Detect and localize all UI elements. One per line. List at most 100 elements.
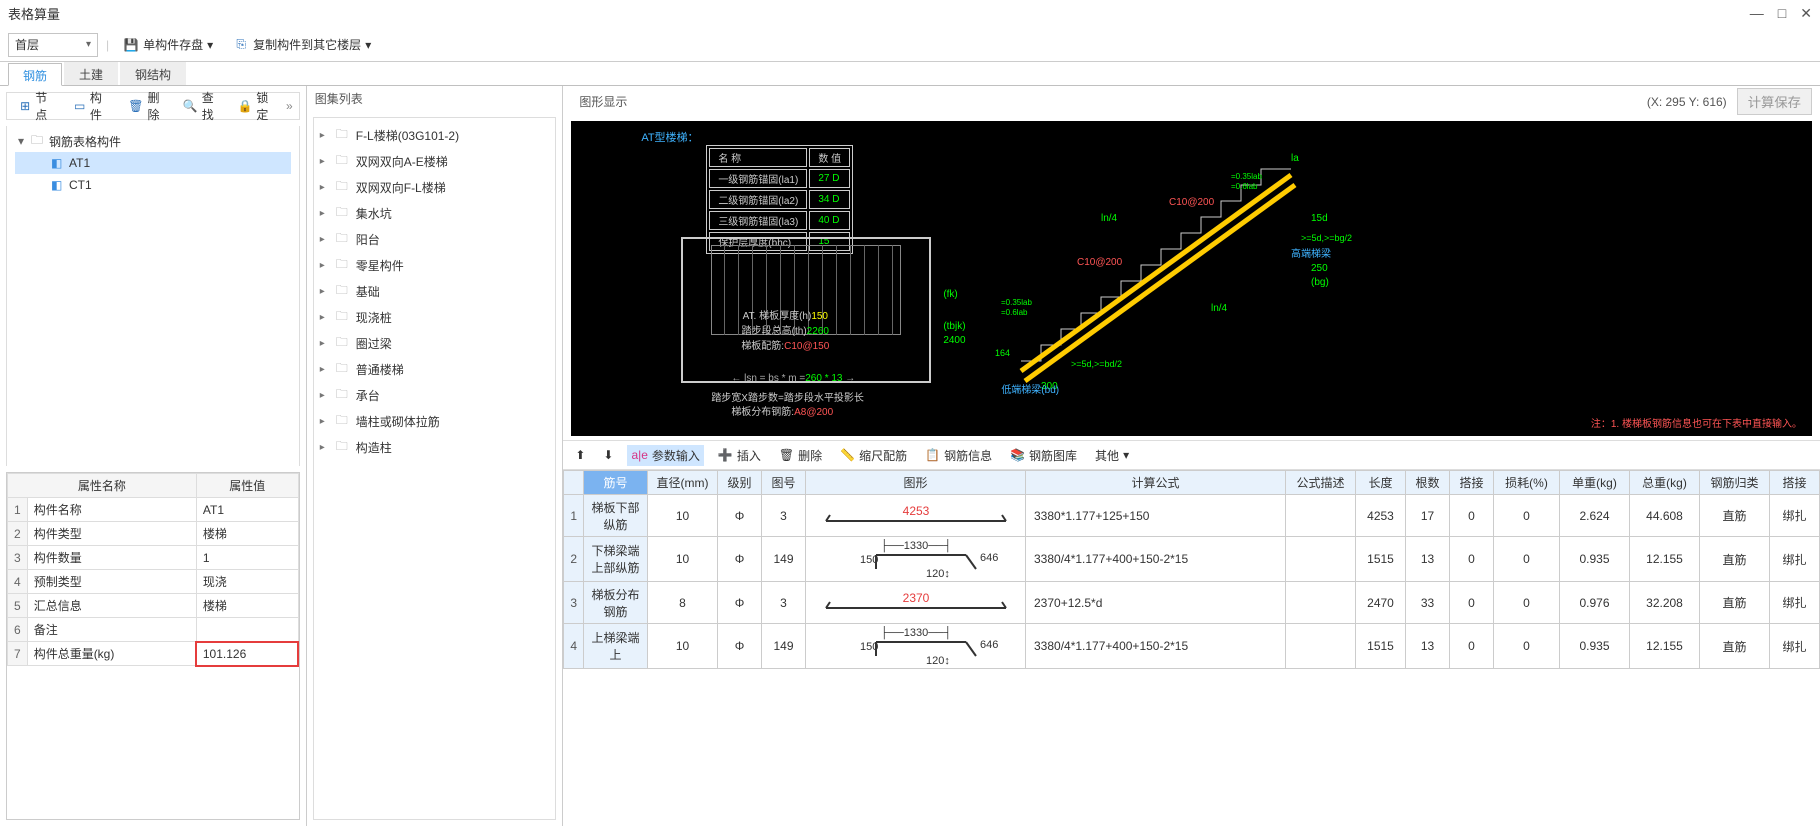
- tree-item-at1[interactable]: ◧ AT1: [15, 152, 291, 174]
- expand-icon[interactable]: ▸: [320, 312, 330, 323]
- expand-icon[interactable]: ▸: [320, 208, 330, 219]
- close-button[interactable]: ✕: [1800, 5, 1812, 22]
- atlas-item[interactable]: ▸ 🗀 基础: [314, 278, 556, 304]
- component-button[interactable]: ▭构件: [68, 87, 115, 125]
- table-header[interactable]: 级别: [718, 471, 762, 495]
- prop-value[interactable]: AT1: [196, 498, 298, 522]
- save-single-button[interactable]: 💾 单构件存盘 ▾: [117, 34, 219, 55]
- copy-to-floor-button[interactable]: ⎘ 复制构件到其它楼层 ▾: [227, 34, 377, 55]
- tab-civil[interactable]: 土建: [64, 62, 118, 85]
- minimize-button[interactable]: —: [1750, 5, 1764, 22]
- param-input-button[interactable]: a|e 参数输入: [627, 445, 703, 466]
- prop-rownum: 2: [8, 522, 28, 546]
- lock-button[interactable]: 🔒锁定: [231, 87, 278, 125]
- expand-icon[interactable]: ▸: [320, 390, 330, 401]
- atlas-item[interactable]: ▸🗀圈过梁: [314, 330, 556, 356]
- component-label: 构件: [90, 89, 108, 123]
- prop-header-value: 属性值: [196, 474, 298, 498]
- prop-value[interactable]: 楼梯: [196, 522, 298, 546]
- insert-button[interactable]: ➕ 插入: [714, 445, 765, 466]
- tree-root[interactable]: ▾ 🗀 钢筋表格构件: [15, 130, 291, 152]
- table-row[interactable]: 2 下梯梁端上部纵筋 10 Φ 149 ├──1330──┤ 150 646 1…: [564, 537, 1820, 582]
- calculate-save-button[interactable]: 计算保存: [1737, 88, 1812, 115]
- table-header[interactable]: 总重(kg): [1630, 471, 1700, 495]
- prop-value[interactable]: 1: [196, 546, 298, 570]
- atlas-item-label: 圈过梁: [356, 335, 392, 352]
- prop-value[interactable]: 楼梯: [196, 594, 298, 618]
- table-header[interactable]: 计算公式: [1026, 471, 1286, 495]
- expand-icon[interactable]: ▸: [320, 156, 330, 167]
- folder-icon: 🗀: [336, 203, 350, 224]
- collapse-icon[interactable]: ▾: [15, 134, 27, 148]
- drawing-title: AT型楼梯：: [641, 129, 698, 145]
- atlas-item-label: 基础: [356, 283, 380, 300]
- table-header[interactable]: 钢筋归类: [1700, 471, 1770, 495]
- folder-icon: 🗀: [336, 385, 350, 406]
- expand-icon[interactable]: ▸: [320, 182, 330, 193]
- expand-icon[interactable]: ▸: [320, 442, 330, 453]
- arrow-up-button[interactable]: ⬆: [571, 446, 589, 464]
- atlas-item[interactable]: ▸🗀双网双向F-L楼梯: [314, 174, 556, 200]
- expand-icon[interactable]: ▸: [320, 260, 330, 271]
- table-header[interactable]: 图形: [806, 471, 1026, 495]
- tree-item-ct1[interactable]: ◧ CT1: [15, 174, 291, 196]
- table-header[interactable]: 搭接: [1770, 471, 1820, 495]
- atlas-item[interactable]: ▸🗀F-L楼梯(03G101-2): [314, 122, 556, 148]
- maximize-button[interactable]: □: [1778, 5, 1786, 22]
- table-header[interactable]: 损耗(%): [1494, 471, 1560, 495]
- delete-row-button[interactable]: 🗑 删除: [775, 445, 826, 466]
- expand-icon[interactable]: ▸: [320, 364, 330, 375]
- overflow-icon[interactable]: »: [286, 99, 293, 113]
- window-title: 表格算量: [8, 4, 60, 23]
- delete-button[interactable]: 🗑删除: [122, 87, 169, 125]
- table-header[interactable]: 筋号: [584, 471, 648, 495]
- atlas-item[interactable]: ▸🗀集水坑: [314, 200, 556, 226]
- table-header[interactable]: 公式描述: [1286, 471, 1356, 495]
- chevron-down-icon: ▾: [207, 38, 213, 52]
- atlas-item[interactable]: ▸🗀零星构件: [314, 252, 556, 278]
- save-single-label: 单构件存盘: [143, 36, 203, 53]
- save-icon: 💾: [123, 37, 139, 53]
- expand-icon[interactable]: ▸: [320, 130, 330, 141]
- expand-icon[interactable]: ▸: [320, 338, 330, 349]
- folder-icon: 🗀: [336, 229, 350, 250]
- tab-rebar[interactable]: 钢筋: [8, 63, 62, 86]
- atlas-item[interactable]: ▸🗀墙柱或砌体拉筋: [314, 408, 556, 434]
- table-header[interactable]: 图号: [762, 471, 806, 495]
- atlas-list: ▸🗀F-L楼梯(03G101-2)▸🗀双网双向A-E楼梯▸🗀双网双向F-L楼梯▸…: [313, 117, 557, 820]
- prop-value[interactable]: 现浇: [196, 570, 298, 594]
- rebar-lib-button[interactable]: 📚 钢筋图库: [1006, 445, 1081, 466]
- table-row[interactable]: 1 梯板下部纵筋 10 Φ 3 4253 3380*1.177+125+150 …: [564, 495, 1820, 537]
- table-row[interactable]: 4 上梯梁端上 10 Φ 149 ├──1330──┤ 150 646 120↕…: [564, 624, 1820, 669]
- table-header[interactable]: 根数: [1406, 471, 1450, 495]
- expand-icon[interactable]: ▸: [320, 234, 330, 245]
- svg-text:=0.6lab: =0.6lab: [1231, 182, 1258, 191]
- folder-icon: 🗀: [336, 281, 350, 302]
- scale-button[interactable]: 📏 缩尺配筋: [836, 445, 911, 466]
- table-row[interactable]: 3 梯板分布钢筋 8 Φ 3 2370 2370+12.5*d 2470 33 …: [564, 582, 1820, 624]
- table-header[interactable]: 直径(mm): [648, 471, 718, 495]
- atlas-item[interactable]: ▸🗀阳台: [314, 226, 556, 252]
- atlas-item[interactable]: ▸🗀现浇桩: [314, 304, 556, 330]
- svg-text:15d: 15d: [1311, 213, 1328, 224]
- expand-icon[interactable]: ▸: [320, 286, 330, 297]
- drawing-canvas[interactable]: AT型楼梯： 名 称数 值 一级钢筋锚固(la1)27 D 二级钢筋锚固(la2…: [571, 121, 1812, 436]
- atlas-item[interactable]: ▸🗀双网双向A-E楼梯: [314, 148, 556, 174]
- table-header[interactable]: 单重(kg): [1560, 471, 1630, 495]
- prop-value[interactable]: [196, 618, 298, 642]
- table-header[interactable]: 搭接: [1450, 471, 1494, 495]
- node-button[interactable]: ⊞节点: [13, 87, 60, 125]
- other-button[interactable]: 其他 ▾: [1091, 445, 1133, 466]
- expand-icon[interactable]: ▸: [320, 416, 330, 427]
- arrow-down-button[interactable]: ⬇: [599, 446, 617, 464]
- rebar-info-button[interactable]: 📋 钢筋信息: [921, 445, 996, 466]
- atlas-item[interactable]: ▸🗀构造柱: [314, 434, 556, 460]
- prop-rownum: 5: [8, 594, 28, 618]
- search-button[interactable]: 🔍查找: [177, 87, 224, 125]
- tab-steel[interactable]: 钢结构: [120, 62, 186, 85]
- prop-value[interactable]: 101.126: [196, 642, 298, 666]
- floor-selector[interactable]: 首层 ▾: [8, 33, 98, 57]
- atlas-item[interactable]: ▸🗀普通楼梯: [314, 356, 556, 382]
- table-header[interactable]: 长度: [1356, 471, 1406, 495]
- atlas-item[interactable]: ▸🗀承台: [314, 382, 556, 408]
